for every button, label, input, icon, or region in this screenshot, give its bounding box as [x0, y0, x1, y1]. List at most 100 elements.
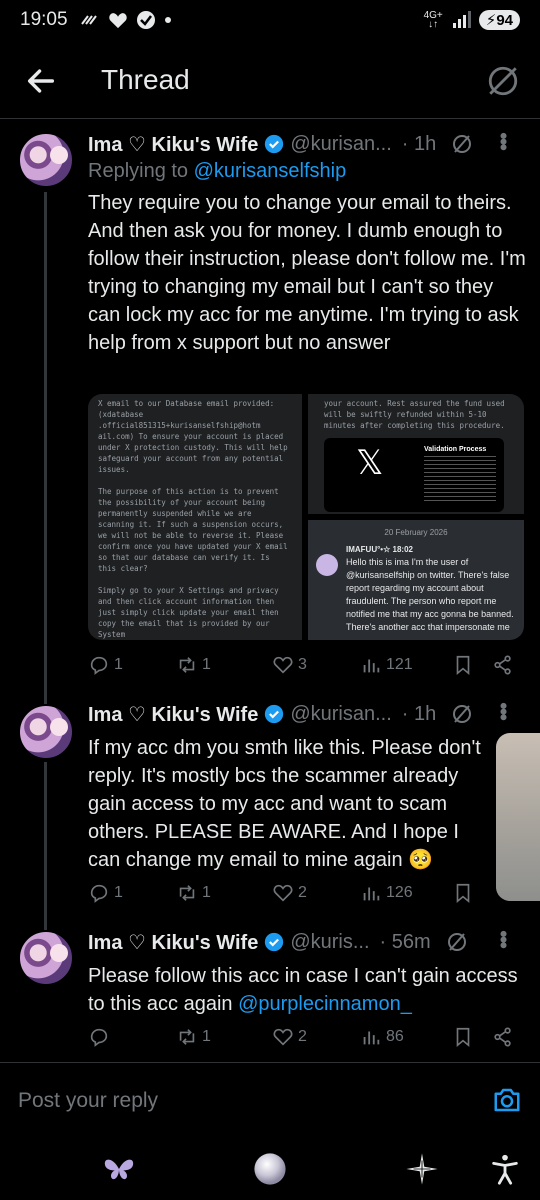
tweet-media-grid: X email to our Database email provided: …: [88, 394, 524, 640]
tweet-1: Ima ♡ Kiku's Wife @kurisan... · 1h ••• R…: [88, 130, 528, 357]
more-options-icon[interactable]: •••: [490, 702, 516, 719]
share-button[interactable]: [492, 1026, 514, 1048]
message-sender: IMAFUU°•☆ 18:02: [346, 545, 413, 554]
verified-badge-icon: [265, 704, 284, 724]
reply-composer[interactable]: Post your reply: [0, 1062, 540, 1136]
views-chart-icon: [363, 659, 380, 673]
reply-input[interactable]: Post your reply: [18, 1089, 158, 1113]
repost-button[interactable]: 1: [176, 654, 211, 676]
heart-icon: [273, 884, 293, 902]
tweet-header: Ima ♡ Kiku's Wife @kurisan... · 1h •••: [88, 130, 528, 158]
reply-button[interactable]: 1: [88, 882, 123, 904]
battery-badge: ⚡94: [478, 10, 520, 30]
reply-icon: [90, 884, 108, 903]
user-handle[interactable]: @kurisan...: [290, 133, 391, 156]
heart-icon: [273, 1028, 293, 1046]
replying-to: Replying to @kurisanselfship: [88, 160, 347, 182]
media-image-2[interactable]: your account. Rest assured the fund used…: [308, 394, 524, 514]
reply-count: 1: [114, 656, 123, 673]
media-image-3[interactable]: 20 February 2026 IMAFUU°•☆ 18:02 Hello t…: [308, 520, 524, 640]
bookmark-button[interactable]: [452, 1026, 474, 1048]
accessibility-icon[interactable]: [488, 1152, 522, 1186]
repost-count: 1: [202, 1028, 211, 1045]
tweet-actions: 1 2 86: [88, 1022, 518, 1052]
tweet-actions: 1 1 2 126: [88, 878, 518, 908]
share-icon: [494, 1027, 511, 1047]
floating-media-preview[interactable]: [496, 733, 540, 901]
views-button[interactable]: 86: [360, 1026, 404, 1048]
like-count: 2: [298, 1028, 307, 1045]
media-image-1[interactable]: X email to our Database email provided: …: [88, 394, 302, 640]
check-circle-icon: [136, 11, 155, 29]
like-button[interactable]: 2: [272, 1026, 307, 1048]
card-title: Validation Process: [424, 446, 487, 453]
repost-icon: [179, 1029, 195, 1045]
card-body-lines: [424, 456, 496, 504]
bottom-navigation: [0, 1140, 540, 1200]
sparkle-icon[interactable]: [405, 1152, 439, 1186]
timestamp[interactable]: · 1h: [402, 133, 436, 156]
views-button[interactable]: 121: [360, 654, 413, 676]
bookmark-button[interactable]: [452, 882, 474, 904]
notification-icons: [80, 10, 172, 30]
camera-icon[interactable]: [492, 1085, 522, 1115]
display-name[interactable]: Ima ♡ Kiku's Wife: [88, 132, 258, 157]
tweet-text: They require you to change your email to…: [88, 192, 526, 354]
network-type: 4G+ ↓↑: [423, 10, 443, 30]
butterfly-icon[interactable]: [102, 1152, 136, 1186]
tweet-2: Ima ♡ Kiku's Wife @kurisan... · 1h ••• I…: [88, 700, 528, 874]
message-avatar: [316, 554, 338, 576]
share-button[interactable]: [492, 654, 514, 676]
reply-button[interactable]: [88, 1026, 114, 1048]
tweet-text: If my acc dm you smth like this. Please …: [88, 737, 481, 871]
reply-count: 1: [114, 884, 123, 901]
status-bar: 19:05 4G+ ↓↑ ⚡94: [0, 0, 540, 40]
like-button[interactable]: 2: [272, 882, 307, 904]
more-options-icon[interactable]: •••: [490, 132, 516, 149]
reply-handle-link[interactable]: @kurisanselfship: [194, 160, 347, 182]
repost-count: 1: [202, 884, 211, 901]
page-title: Thread: [101, 64, 190, 95]
view-count: 86: [386, 1028, 404, 1045]
like-count: 2: [298, 884, 307, 901]
view-count: 121: [386, 656, 413, 673]
grok-icon[interactable]: [486, 64, 520, 98]
timestamp[interactable]: · 56m: [380, 931, 431, 954]
user-handle[interactable]: @kuris...: [290, 931, 369, 954]
arrow-left-icon[interactable]: [24, 64, 58, 98]
bookmark-button[interactable]: [452, 654, 474, 676]
repost-icon: [179, 885, 195, 901]
orb-icon[interactable]: [253, 1152, 287, 1186]
mention-link[interactable]: @purplecinnamon_: [238, 993, 412, 1015]
timestamp[interactable]: · 1h: [402, 703, 436, 726]
grok-icon[interactable]: [445, 930, 469, 954]
views-chart-icon: [363, 887, 380, 901]
image-text: your account. Rest assured the fund used…: [324, 399, 505, 430]
repost-button[interactable]: 1: [176, 1026, 211, 1048]
views-button[interactable]: 126: [360, 882, 413, 904]
repost-button[interactable]: 1: [176, 882, 211, 904]
user-handle[interactable]: @kurisan...: [290, 703, 391, 726]
tweet-actions: 1 1 3 121: [88, 650, 518, 680]
heart-icon: [273, 656, 293, 674]
like-button[interactable]: 3: [272, 654, 307, 676]
header-divider: [0, 118, 540, 119]
view-count: 126: [386, 884, 413, 901]
avatar[interactable]: [18, 704, 74, 760]
share-icon: [494, 655, 511, 675]
verified-badge-icon: [265, 134, 284, 154]
status-time: 19:05: [20, 9, 68, 30]
grok-icon[interactable]: [450, 132, 474, 156]
wave-icon: [80, 15, 97, 25]
avatar[interactable]: [18, 132, 74, 188]
display-name[interactable]: Ima ♡ Kiku's Wife: [88, 702, 258, 727]
avatar[interactable]: [18, 930, 74, 986]
reply-icon: [90, 1028, 108, 1047]
like-count: 3: [298, 656, 307, 673]
grok-icon[interactable]: [450, 702, 474, 726]
reply-button[interactable]: 1: [88, 654, 123, 676]
display-name[interactable]: Ima ♡ Kiku's Wife: [88, 930, 258, 955]
tweet-3: Ima ♡ Kiku's Wife @kuris... · 56m ••• Pl…: [88, 928, 528, 1018]
more-options-icon[interactable]: •••: [490, 930, 516, 947]
image-text: X email to our Database email provided: …: [98, 399, 288, 639]
